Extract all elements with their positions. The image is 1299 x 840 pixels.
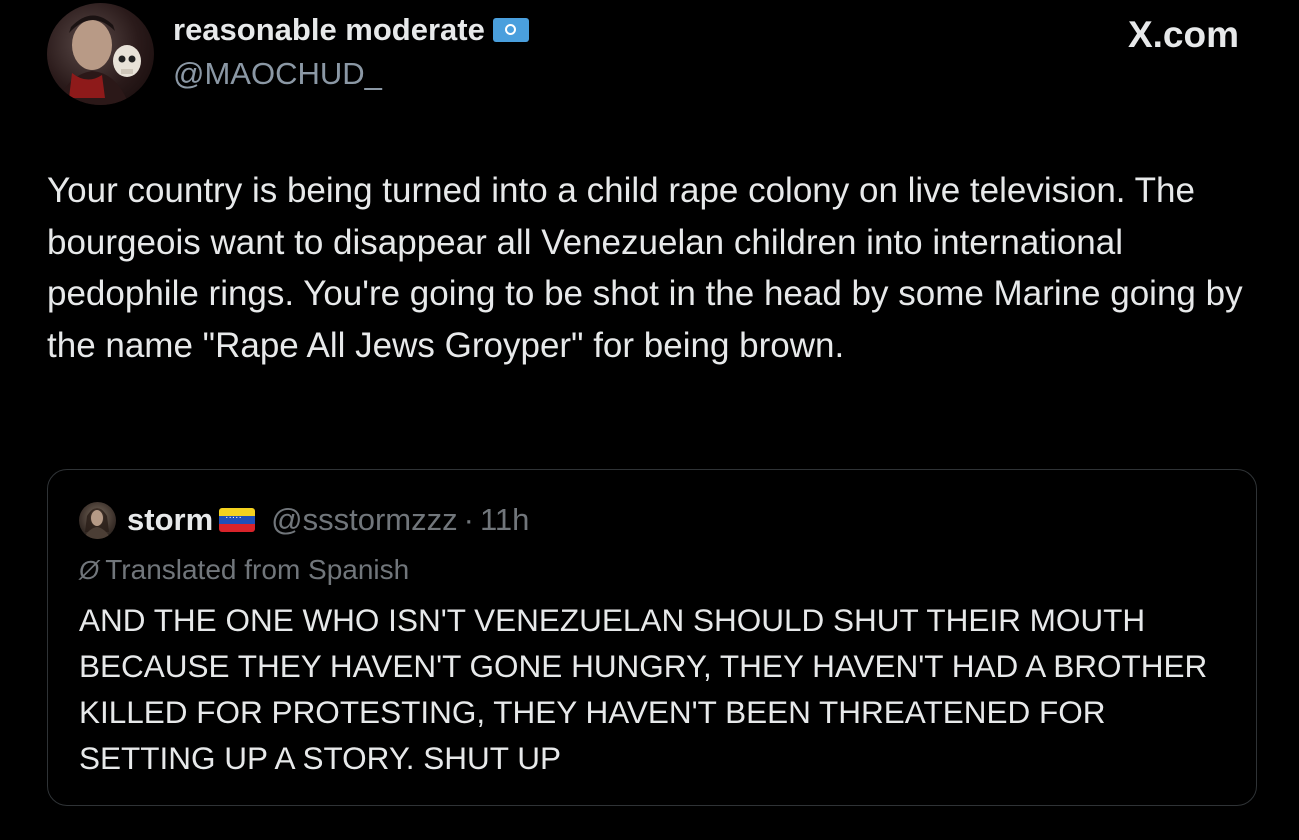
un-flag-icon bbox=[492, 18, 529, 42]
x-com-logo: X.com bbox=[1127, 14, 1239, 55]
quote-header: storm @ssstormzzz · 11h bbox=[127, 502, 529, 538]
avatar-image bbox=[57, 15, 141, 105]
author-handle[interactable]: @MAOCHUD_ bbox=[173, 56, 382, 92]
translated-label: Translated from Spanish bbox=[105, 554, 410, 585]
translated-label-row: Ø Translated from Spanish bbox=[79, 554, 409, 586]
quote-timestamp[interactable]: 11h bbox=[480, 502, 529, 538]
quote-avatar-image bbox=[83, 508, 111, 539]
author-display-name-row[interactable]: reasonable moderate bbox=[173, 12, 529, 48]
avatar[interactable] bbox=[47, 3, 154, 105]
tweet-text: Your country is being turned into a chil… bbox=[47, 171, 1243, 365]
quote-text: AND THE ONE WHO ISN'T VENEZUELAN SHOULD … bbox=[79, 602, 1208, 776]
quote-tweet-card[interactable]: storm @ssstormzzz · 11h Ø Translated fro… bbox=[47, 469, 1257, 806]
quote-display-name[interactable]: storm bbox=[127, 502, 213, 538]
quote-handle[interactable]: @ssstormzzz bbox=[271, 502, 457, 538]
quote-avatar[interactable] bbox=[79, 502, 116, 539]
venezuela-flag-icon bbox=[219, 508, 256, 532]
translate-icon: Ø bbox=[79, 554, 100, 585]
author-display-name[interactable]: reasonable moderate bbox=[173, 12, 485, 48]
quote-separator: · bbox=[463, 502, 474, 537]
